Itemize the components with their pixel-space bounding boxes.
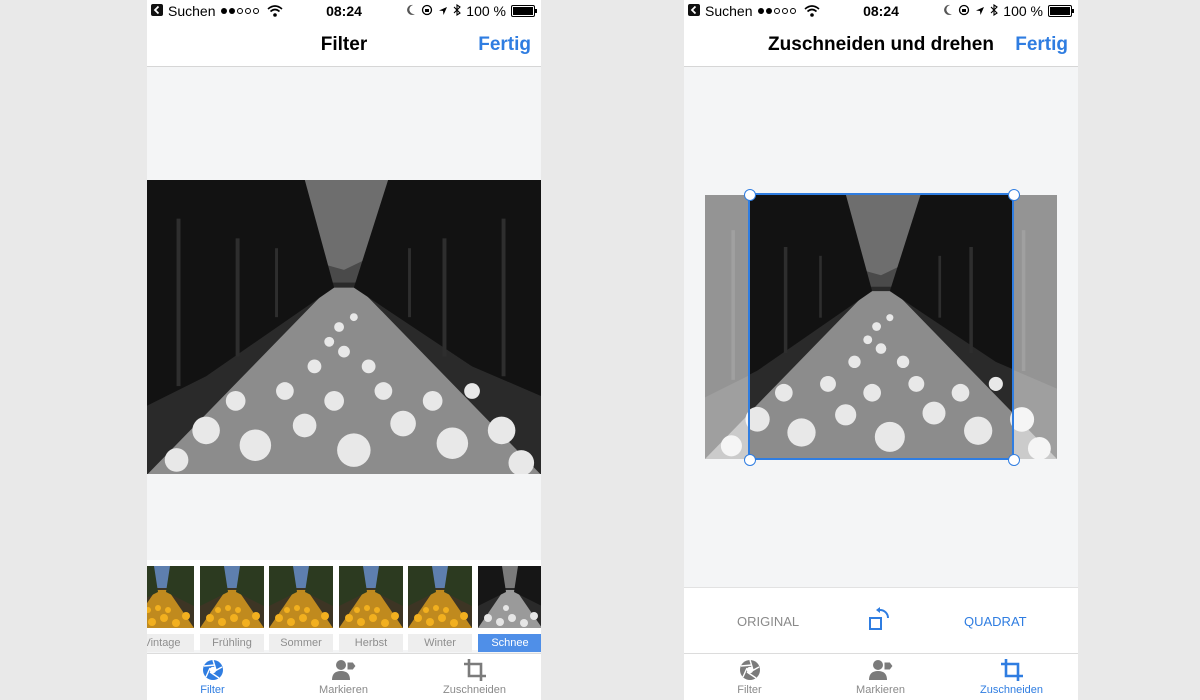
status-bar: Suchen 08:24 100 % bbox=[684, 0, 1078, 22]
filter-thumb-label: Frühling bbox=[200, 634, 264, 652]
filter-thumb-label: Vintage bbox=[147, 634, 194, 652]
tab-label: Filter bbox=[737, 684, 762, 696]
bluetooth-icon bbox=[990, 3, 999, 19]
tab-label: Filter bbox=[200, 684, 225, 696]
tab-markieren[interactable]: Markieren bbox=[815, 654, 946, 700]
rotate-icon bbox=[867, 607, 893, 635]
crop-handle-bottom-right[interactable] bbox=[1008, 454, 1020, 466]
crop-handle-top-left[interactable] bbox=[744, 189, 756, 201]
tab-label: Zuschneiden bbox=[443, 684, 506, 696]
crop-icon bbox=[463, 658, 487, 687]
filter-thumb-image bbox=[478, 566, 541, 628]
filter-thumb-winter[interactable]: Winter bbox=[408, 566, 472, 652]
crop-icon bbox=[1000, 658, 1024, 687]
tab-zuschneiden[interactable]: Zuschneiden bbox=[409, 654, 540, 700]
tab-bar: Filter Markieren Zuschneiden bbox=[684, 653, 1078, 700]
rotation-lock-icon bbox=[421, 3, 433, 19]
moon-icon bbox=[943, 3, 953, 19]
filter-thumb-schnee[interactable]: Schnee bbox=[478, 566, 541, 652]
crop-handle-top-right[interactable] bbox=[1008, 189, 1020, 201]
tab-zuschneiden[interactable]: Zuschneiden bbox=[946, 654, 1077, 700]
original-button[interactable]: ORIGINAL bbox=[737, 614, 799, 629]
tab-label: Markieren bbox=[856, 684, 905, 696]
filter-thumb-sommer[interactable]: Sommer bbox=[269, 566, 333, 652]
filter-thumb-image bbox=[200, 566, 264, 628]
bluetooth-icon bbox=[453, 3, 462, 19]
location-icon bbox=[438, 3, 448, 19]
filter-thumb-image bbox=[147, 566, 194, 628]
done-button[interactable]: Fertig bbox=[1015, 34, 1068, 56]
battery-percent: 100 % bbox=[466, 3, 506, 19]
aperture-icon bbox=[738, 658, 762, 687]
tab-filter[interactable]: Filter bbox=[147, 654, 278, 700]
tab-label: Zuschneiden bbox=[980, 684, 1043, 696]
filter-strip[interactable]: Vintage Frühling Sommer Herbst Winter Sc… bbox=[147, 560, 541, 652]
filter-thumb-herbst[interactable]: Herbst bbox=[339, 566, 403, 652]
tab-bar: Filter Markieren Zuschneiden bbox=[147, 653, 541, 700]
filter-thumb-image bbox=[269, 566, 333, 628]
crop-handle-bottom-left[interactable] bbox=[744, 454, 756, 466]
person-tag-icon bbox=[331, 658, 357, 687]
aperture-icon bbox=[201, 658, 225, 687]
done-button[interactable]: Fertig bbox=[478, 34, 531, 56]
crop-screen: Suchen 08:24 100 % Zuschneiden und drehe… bbox=[684, 0, 1078, 700]
battery-percent: 100 % bbox=[1003, 3, 1043, 19]
filter-thumb-image bbox=[339, 566, 403, 628]
filter-thumb-label: Sommer bbox=[269, 634, 333, 652]
battery-icon bbox=[511, 5, 537, 17]
filter-thumb-image bbox=[408, 566, 472, 628]
navigation-bar: Filter Fertig bbox=[147, 22, 541, 67]
navigation-bar: Zuschneiden und drehen Fertig bbox=[684, 22, 1078, 67]
battery-icon bbox=[1048, 5, 1074, 17]
photo-preview bbox=[147, 180, 541, 474]
filter-thumb-label: Herbst bbox=[339, 634, 403, 652]
location-icon bbox=[975, 3, 985, 19]
tab-label: Markieren bbox=[319, 684, 368, 696]
tab-filter[interactable]: Filter bbox=[684, 654, 815, 700]
tab-markieren[interactable]: Markieren bbox=[278, 654, 409, 700]
filter-thumb-fruehling[interactable]: Frühling bbox=[200, 566, 264, 652]
square-button[interactable]: QUADRAT bbox=[964, 614, 1027, 629]
filter-thumb-vintage[interactable]: Vintage bbox=[147, 566, 194, 652]
status-bar: Suchen 08:24 100 % bbox=[147, 0, 541, 22]
person-tag-icon bbox=[868, 658, 894, 687]
filter-thumb-label: Winter bbox=[408, 634, 472, 652]
rotation-lock-icon bbox=[958, 3, 970, 19]
filter-screen: Suchen 08:24 100 % Filter Fertig Vintage… bbox=[147, 0, 541, 700]
crop-canvas[interactable] bbox=[684, 180, 1078, 480]
crop-toolbar: ORIGINAL QUADRAT bbox=[684, 587, 1078, 654]
filter-thumb-label: Schnee bbox=[478, 634, 541, 652]
rotate-button[interactable] bbox=[867, 606, 893, 635]
moon-icon bbox=[406, 3, 416, 19]
